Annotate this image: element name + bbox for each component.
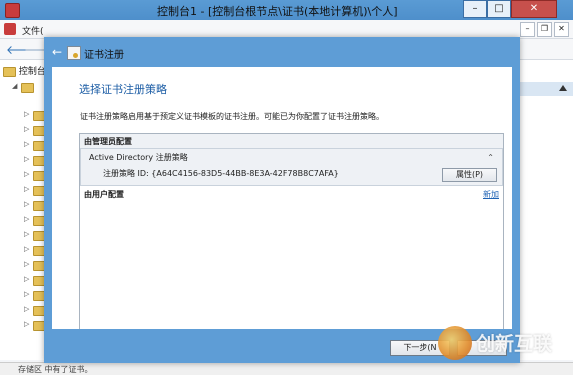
tree-root-label: 控制台 xyxy=(18,67,46,77)
policy-list: 由管理员配置 Active Directory 注册策略 ⌃ 注册策略 ID: … xyxy=(79,133,504,343)
actions-pane xyxy=(520,60,573,360)
minimize-button[interactable]: – xyxy=(463,0,487,18)
page-heading: 选择证书注册策略 xyxy=(79,83,167,96)
close-button[interactable]: ✕ xyxy=(511,0,557,18)
expand-arrow-icon[interactable]: ◢ xyxy=(12,82,17,90)
expand-arrow-icon[interactable]: ▷ xyxy=(24,185,29,193)
menu-file[interactable]: 文件( xyxy=(22,24,44,37)
mmc-app-icon xyxy=(5,3,20,18)
certificate-icon xyxy=(67,46,81,60)
expand-arrow-icon[interactable]: ▷ xyxy=(24,260,29,268)
dialog-body: 选择证书注册策略 证书注册策略启用基于预定义证书模板的证书注册。可能已为你配置了… xyxy=(52,67,512,357)
dialog-title-bar: ← 证书注册 xyxy=(44,37,520,67)
watermark-text: 创新互联 xyxy=(476,333,553,355)
status-text: 存储区 中有了证书。 xyxy=(18,365,93,374)
actions-header[interactable] xyxy=(520,82,573,96)
expand-arrow-icon[interactable]: ▷ xyxy=(24,320,29,328)
child-close-button[interactable]: ✕ xyxy=(554,22,569,37)
dialog-title: 证书注册 xyxy=(84,50,124,61)
mmc-title-bar: 控制台1 - [控制台根节点\证书(本地计算机)\个人] – □ ✕ xyxy=(0,0,573,20)
expand-arrow-icon[interactable]: ▷ xyxy=(24,155,29,163)
expand-arrow-icon[interactable]: ▷ xyxy=(24,305,29,313)
expand-arrow-icon[interactable]: ▷ xyxy=(24,170,29,178)
expand-arrow-icon[interactable]: ▷ xyxy=(24,140,29,148)
back-arrow-icon[interactable]: ← xyxy=(50,45,64,59)
child-restore-button[interactable]: ❐ xyxy=(537,22,552,37)
expand-arrow-icon[interactable]: ▷ xyxy=(24,275,29,283)
add-policy-link[interactable]: 新加 xyxy=(483,189,499,200)
certificate-enrollment-dialog: ← 证书注册 选择证书注册策略 证书注册策略启用基于预定义证书模板的证书注册。可… xyxy=(44,37,520,363)
expand-arrow-icon[interactable]: ▷ xyxy=(24,290,29,298)
watermark: 创新互联 xyxy=(438,322,573,364)
policy-item-active-directory[interactable]: Active Directory 注册策略 ⌃ 注册策略 ID: {A64C41… xyxy=(80,148,503,186)
expand-arrow-icon[interactable]: ▷ xyxy=(24,125,29,133)
watermark-logo-icon xyxy=(438,326,472,360)
group-admin-configured: 由管理员配置 xyxy=(80,134,503,148)
policy-id: 注册策略 ID: {A64C4156-83D5-44BB-8E3A-42F78B… xyxy=(103,169,339,178)
expand-arrow-icon[interactable]: ▷ xyxy=(24,230,29,238)
collapse-triangle-icon[interactable] xyxy=(559,85,567,91)
folder-icon xyxy=(3,66,16,77)
child-minimize-button[interactable]: – xyxy=(520,22,535,37)
certificate-folder-icon xyxy=(21,83,34,93)
tree-root-item[interactable]: 控制台 xyxy=(3,64,46,77)
expand-arrow-icon[interactable]: ▷ xyxy=(24,110,29,118)
group-user-configured: 由用户配置 xyxy=(84,190,124,199)
expand-arrow-icon[interactable]: ▷ xyxy=(24,200,29,208)
mmc-window-title: 控制台1 - [控制台根节点\证书(本地计算机)\个人] xyxy=(157,5,398,18)
console-icon[interactable] xyxy=(4,23,16,35)
policy-name: Active Directory 注册策略 xyxy=(89,153,188,162)
chevron-up-icon[interactable]: ⌃ xyxy=(487,153,494,162)
expand-arrow-icon[interactable]: ▷ xyxy=(24,215,29,223)
properties-button[interactable]: 属性(P) xyxy=(442,168,497,182)
expand-arrow-icon[interactable]: ▷ xyxy=(24,245,29,253)
child-window-controls: – ❐ ✕ xyxy=(518,22,569,37)
page-description: 证书注册策略启用基于预定义证书模板的证书注册。可能已为你配置了证书注册策略。 xyxy=(80,112,384,121)
maximize-button[interactable]: □ xyxy=(487,0,511,18)
group-admin-label: 由管理员配置 xyxy=(84,137,132,146)
